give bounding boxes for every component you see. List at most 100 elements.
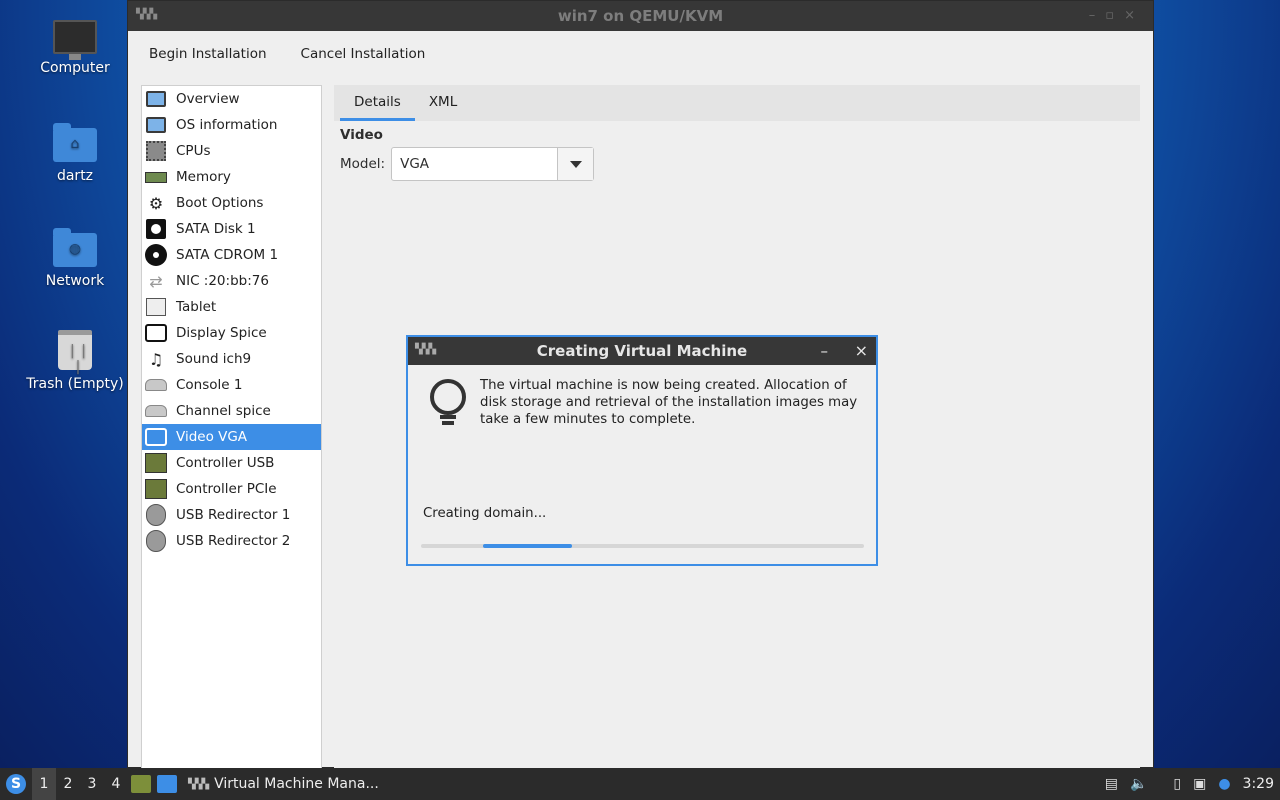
maximize-icon[interactable]: ▫: [1105, 8, 1124, 23]
sidebar-item-usb-redirector-2[interactable]: USB Redirector 2: [142, 528, 321, 554]
computer-icon: [53, 20, 97, 60]
virt-manager-icon: ▚▚▚: [188, 778, 209, 790]
desktop-icon-label: Trash (Empty): [26, 376, 124, 392]
lightbulb-icon: [428, 377, 468, 429]
show-desktop-icon[interactable]: [157, 775, 177, 793]
usb-icon: [145, 504, 167, 526]
sidebar-item-label: NIC :20:bb:76: [176, 273, 269, 289]
sidebar-item-sata-disk-1[interactable]: SATA Disk 1: [142, 216, 321, 242]
display-icon: [145, 426, 167, 448]
memory-icon: [145, 166, 167, 188]
sidebar-item-display-spice[interactable]: Display Spice: [142, 320, 321, 346]
tab-details[interactable]: Details: [340, 85, 415, 121]
desktop-icon-computer[interactable]: Computer: [20, 16, 130, 76]
channel-icon: [145, 400, 167, 422]
workspace-2[interactable]: 2: [56, 768, 80, 800]
cpu-icon: [145, 140, 167, 162]
dialog-menu-icon[interactable]: ▚▚▚: [415, 344, 436, 356]
taskbar-task-virt-manager[interactable]: ▚▚▚ Virtual Machine Mana...: [188, 776, 379, 792]
dialog-titlebar[interactable]: ▚▚▚ Creating Virtual Machine – ×: [408, 337, 876, 365]
sidebar-item-label: SATA Disk 1: [176, 221, 256, 237]
clock[interactable]: 3:29: [1243, 776, 1274, 792]
close-icon[interactable]: ×: [1124, 8, 1145, 23]
section-title: Video: [340, 127, 383, 143]
notes-icon[interactable]: ▯: [1173, 776, 1181, 792]
desktop-icon-label: Network: [45, 273, 105, 289]
updates-icon[interactable]: ●: [1218, 776, 1230, 792]
sidebar-item-label: Boot Options: [176, 195, 264, 211]
sidebar-item-sound[interactable]: ♫ Sound ich9: [142, 346, 321, 372]
chevron-down-icon[interactable]: [557, 148, 594, 180]
console-icon: [145, 374, 167, 396]
begin-installation-button[interactable]: Begin Installation: [149, 46, 267, 62]
task-label: Virtual Machine Mana...: [214, 776, 379, 792]
minimize-icon[interactable]: –: [821, 337, 829, 365]
sidebar-item-label: CPUs: [176, 143, 211, 159]
window-controls: –▫×: [1089, 1, 1145, 31]
sidebar-item-label: USB Redirector 1: [176, 507, 291, 523]
sidebar-item-memory[interactable]: Memory: [142, 164, 321, 190]
cdrom-icon: [145, 244, 167, 266]
progress-fill: [483, 544, 572, 548]
home-folder-icon: ⌂: [53, 123, 97, 162]
monitor-icon: [145, 88, 167, 110]
start-menu-button[interactable]: [0, 768, 32, 800]
trash-icon: [58, 330, 92, 375]
desktop-icon-network[interactable]: ◍ Network: [20, 227, 130, 289]
desktop-icon-home[interactable]: ⌂ dartz: [20, 122, 130, 184]
sidebar-item-label: Controller PCIe: [176, 481, 277, 497]
desktop-icon-trash[interactable]: Trash (Empty): [20, 330, 130, 392]
sidebar-item-tablet[interactable]: Tablet: [142, 294, 321, 320]
model-row: Model: VGA: [340, 147, 1134, 181]
toolbar: Begin Installation Cancel Installation: [128, 31, 1153, 76]
network-icon[interactable]: ▣: [1193, 776, 1206, 792]
sidebar-item-cpus[interactable]: CPUs: [142, 138, 321, 164]
window-titlebar[interactable]: ▚▚▚ win7 on QEMU/KVM –▫×: [128, 1, 1153, 31]
minimize-icon[interactable]: –: [1089, 8, 1106, 23]
sidebar-item-video-vga[interactable]: Video VGA: [142, 424, 321, 450]
workspace-4[interactable]: 4: [104, 768, 128, 800]
clipboard-icon[interactable]: ▤: [1105, 776, 1118, 792]
cancel-installation-button[interactable]: Cancel Installation: [301, 46, 426, 62]
hardware-list: Overview OS information CPUs Memory ⚙ Bo…: [141, 85, 322, 769]
workspace-3[interactable]: 3: [80, 768, 104, 800]
tablet-icon: [145, 296, 167, 318]
file-manager-icon[interactable]: [131, 775, 151, 793]
sidebar-item-usb-redirector-1[interactable]: USB Redirector 1: [142, 502, 321, 528]
model-select[interactable]: VGA: [391, 147, 595, 181]
sound-icon: ♫: [148, 349, 164, 369]
sidebar-item-console[interactable]: Console 1: [142, 372, 321, 398]
network-folder-icon: ◍: [53, 228, 97, 267]
sidebar-item-controller-pcie[interactable]: Controller PCIe: [142, 476, 321, 502]
window-menu-icon[interactable]: ▚▚▚: [136, 9, 157, 21]
sidebar-item-label: Display Spice: [176, 325, 267, 341]
sidebar-item-label: Console 1: [176, 377, 243, 393]
sidebar-item-label: Sound ich9: [176, 351, 252, 367]
sidebar-item-controller-usb[interactable]: Controller USB: [142, 450, 321, 476]
gear-icon: ⚙: [148, 193, 164, 213]
dialog-title: Creating Virtual Machine: [536, 342, 748, 360]
disk-icon: [145, 218, 167, 240]
sidebar-item-channel-spice[interactable]: Channel spice: [142, 398, 321, 424]
start-menu-icon: [6, 774, 26, 794]
sidebar-item-boot-options[interactable]: ⚙ Boot Options: [142, 190, 321, 216]
sidebar-item-nic[interactable]: ⇄ NIC :20:bb:76: [142, 268, 321, 294]
sidebar-item-label: Video VGA: [176, 429, 248, 445]
tab-bar: Details XML: [334, 85, 1140, 121]
sidebar-item-label: Overview: [176, 91, 240, 107]
usb-icon: [145, 530, 167, 552]
close-icon[interactable]: ×: [855, 337, 868, 365]
sidebar-item-sata-cdrom-1[interactable]: SATA CDROM 1: [142, 242, 321, 268]
sidebar-item-label: Tablet: [176, 299, 217, 315]
sidebar-item-label: Controller USB: [176, 455, 275, 471]
tab-xml[interactable]: XML: [415, 85, 471, 121]
desktop-icon-label: dartz: [56, 168, 94, 184]
dialog-status: Creating domain...: [423, 506, 547, 521]
sidebar-item-overview[interactable]: Overview: [142, 86, 321, 112]
workspace-1[interactable]: 1: [32, 768, 56, 800]
controller-icon: [145, 478, 167, 500]
desktop-icon-label: Computer: [40, 60, 110, 76]
sidebar-item-os-information[interactable]: OS information: [142, 112, 321, 138]
volume-icon[interactable]: 🔈: [1130, 776, 1147, 792]
display-icon: [145, 322, 167, 344]
